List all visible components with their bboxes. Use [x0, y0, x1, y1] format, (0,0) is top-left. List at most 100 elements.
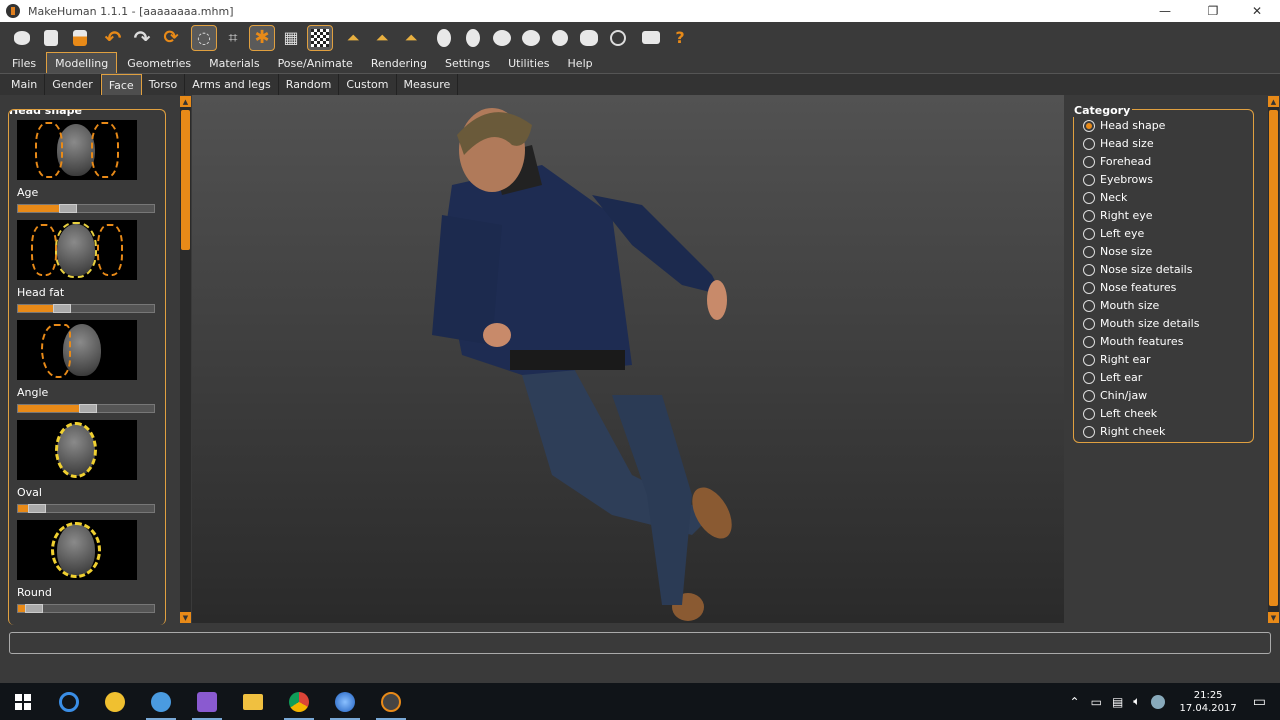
radio-mouth-size-details[interactable]: Mouth size details — [1083, 317, 1199, 330]
close-button[interactable]: ✕ — [1234, 0, 1280, 22]
chevron-up-icon[interactable]: ⌃ — [1070, 695, 1080, 709]
reset-icon[interactable]: ⟳ — [158, 25, 184, 51]
restore-button[interactable]: ❐ — [1190, 0, 1236, 22]
tab-settings[interactable]: Settings — [437, 53, 498, 73]
subtab-main[interactable]: Main — [4, 74, 46, 95]
file-explorer-icon[interactable] — [230, 683, 276, 720]
side-view-icon[interactable]: ⏶ — [398, 25, 424, 51]
radio-icon — [1083, 371, 1095, 384]
3d-viewport[interactable] — [192, 95, 1064, 623]
export-icon[interactable] — [67, 25, 93, 51]
tab-pose-animate[interactable]: Pose/Animate — [270, 53, 361, 73]
subtab-torso[interactable]: Torso — [142, 74, 186, 95]
radio-nose-size[interactable]: Nose size — [1083, 245, 1152, 258]
head-shape-panel: Age Head fat Angle Oval Round Head shape — [8, 109, 166, 625]
cortana-icon[interactable] — [46, 683, 92, 720]
subtab-arms-and-legs[interactable]: Arms and legs — [185, 74, 279, 95]
subtab-gender[interactable]: Gender — [45, 74, 101, 95]
front-view-icon[interactable]: ⏶ — [340, 25, 366, 51]
browser-app-icon[interactable] — [138, 683, 184, 720]
radio-nose-features[interactable]: Nose features — [1083, 281, 1176, 294]
network-icon[interactable]: ▤ — [1112, 695, 1123, 709]
new-icon[interactable] — [9, 25, 35, 51]
head-bottom-icon[interactable] — [576, 25, 602, 51]
undo-icon[interactable]: ↶ — [100, 25, 126, 51]
radio-icon — [1083, 425, 1095, 438]
radio-left-cheek[interactable]: Left cheek — [1083, 407, 1157, 420]
redo-icon[interactable]: ↷ — [129, 25, 155, 51]
clock[interactable]: 21:25 17.04.2017 — [1180, 689, 1237, 715]
head-right-icon[interactable] — [518, 25, 544, 51]
radio-left-eye[interactable]: Left eye — [1083, 227, 1144, 240]
smooth-icon[interactable]: ◌ — [191, 24, 217, 51]
head-left-icon[interactable] — [489, 25, 515, 51]
subtab-custom[interactable]: Custom — [339, 74, 397, 95]
radio-right-ear[interactable]: Right ear — [1083, 353, 1151, 366]
notifications-icon[interactable]: ▭ — [1253, 694, 1266, 710]
makehuman-app-icon[interactable] — [368, 683, 414, 720]
head-back-icon[interactable] — [460, 25, 486, 51]
radio-icon — [1083, 209, 1095, 222]
tab-modelling[interactable]: Modelling — [46, 52, 118, 73]
tab-materials[interactable]: Materials — [201, 53, 267, 73]
radio-nose-size-details[interactable]: Nose size details — [1083, 263, 1192, 276]
modifier-thumbnail — [17, 320, 137, 380]
tab-files[interactable]: Files — [4, 53, 44, 73]
help-icon[interactable]: ? — [667, 25, 693, 51]
radio-right-eye[interactable]: Right eye — [1083, 209, 1153, 222]
radio-mouth-size[interactable]: Mouth size — [1083, 299, 1159, 312]
subtab-measure[interactable]: Measure — [397, 74, 459, 95]
radio-left-ear[interactable]: Left ear — [1083, 371, 1142, 384]
scroll-thumb[interactable] — [181, 110, 190, 250]
tab-utilities[interactable]: Utilities — [500, 53, 557, 73]
clock-date: 17.04.2017 — [1179, 702, 1237, 714]
radio-neck[interactable]: Neck — [1083, 191, 1127, 204]
head-top-icon[interactable] — [547, 25, 573, 51]
power-icon[interactable]: ▭ — [1091, 695, 1102, 709]
angle-slider[interactable] — [17, 404, 155, 413]
head-front-icon[interactable] — [431, 25, 457, 51]
radio-mouth-features[interactable]: Mouth features — [1083, 335, 1183, 348]
age-slider[interactable] — [17, 204, 155, 213]
oval-slider[interactable] — [17, 504, 155, 513]
scroll-thumb[interactable] — [1269, 110, 1278, 606]
head-fat-slider[interactable] — [17, 304, 155, 313]
scroll-down-icon[interactable]: ▼ — [1268, 612, 1279, 623]
radio-head-size[interactable]: Head size — [1083, 137, 1154, 150]
user-avatar-icon[interactable] — [1150, 694, 1165, 709]
save-icon[interactable] — [38, 25, 64, 51]
scroll-down-icon[interactable]: ▼ — [180, 612, 191, 623]
grid-icon[interactable]: ▦ — [278, 25, 304, 51]
toolbar: ↶ ↷ ⟳ ◌ ⌗ ✱ ▦ ⏶ ⏶ ⏶ ? — [0, 22, 1280, 53]
tab-geometries[interactable]: Geometries — [119, 53, 199, 73]
tab-help[interactable]: Help — [560, 53, 601, 73]
head-reset-icon[interactable] — [605, 25, 631, 51]
visual-studio-icon[interactable] — [184, 683, 230, 720]
subtab-face[interactable]: Face — [100, 74, 142, 95]
back-view-icon[interactable]: ⏶ — [369, 25, 395, 51]
background-icon[interactable] — [307, 24, 333, 51]
screenshot-icon[interactable] — [638, 25, 664, 51]
wireframe-icon[interactable]: ⌗ — [220, 25, 246, 51]
subtab-random[interactable]: Random — [279, 74, 340, 95]
left-scrollbar[interactable]: ▲ ▼ — [180, 96, 191, 623]
tab-rendering[interactable]: Rendering — [363, 53, 435, 73]
radio-right-cheek[interactable]: Right cheek — [1083, 425, 1165, 438]
scroll-up-icon[interactable]: ▲ — [1268, 96, 1279, 107]
radio-eyebrows[interactable]: Eyebrows — [1083, 173, 1153, 186]
volume-icon[interactable]: 🔈︎ — [1133, 694, 1140, 709]
radio-icon — [1083, 281, 1095, 294]
explorer-app-icon[interactable] — [92, 683, 138, 720]
right-scrollbar[interactable]: ▲ ▼ — [1268, 96, 1279, 623]
radio-head-shape[interactable]: Head shape — [1083, 119, 1165, 132]
modifier-thumbnail — [17, 220, 137, 280]
globe-app-icon[interactable] — [322, 683, 368, 720]
chrome-icon[interactable] — [276, 683, 322, 720]
start-icon[interactable] — [0, 683, 46, 720]
pose-icon[interactable]: ✱ — [249, 24, 275, 51]
radio-chin-jaw[interactable]: Chin/jaw — [1083, 389, 1147, 402]
radio-forehead[interactable]: Forehead — [1083, 155, 1151, 168]
scroll-up-icon[interactable]: ▲ — [180, 96, 191, 107]
round-slider[interactable] — [17, 604, 155, 613]
minimize-button[interactable]: — — [1142, 0, 1188, 22]
